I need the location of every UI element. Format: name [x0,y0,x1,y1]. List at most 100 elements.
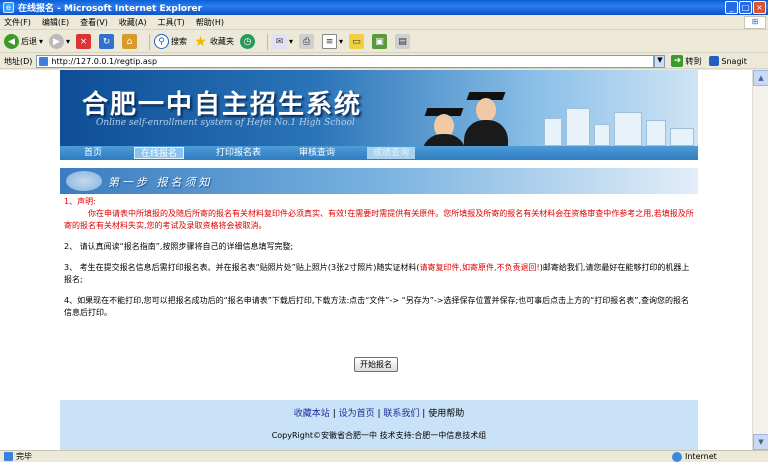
stop-icon: × [76,34,92,49]
nav-home[interactable]: 首页 [78,147,108,159]
back-label: 后退 [21,37,37,46]
declaration-heading: 1、声明: [64,197,96,206]
scroll-down-icon[interactable]: ▼ [753,434,768,450]
banner-subtitle: Online self-enrollment system of Hefei N… [96,118,355,128]
menu-edit[interactable]: 编辑(E) [42,17,69,28]
messenger-button[interactable]: ▣ [372,34,389,49]
buildings-illustration [540,100,698,146]
footer-links: 收藏本站 | 设为首页 | 联系我们 | 使用帮助 [293,409,465,419]
search-icon: ⚲ [154,34,170,49]
menu-help[interactable]: 帮助(H) [196,17,224,28]
mail-icon: ✉ [272,34,288,49]
back-dropdown-icon[interactable]: ▾ [39,37,43,46]
folder-icon: ▭ [349,34,365,49]
discuss-button[interactable]: ▭ [349,34,366,49]
ie-icon: e [3,2,14,13]
main-nav: 首页 在线报名 打印报名表 审核查询 成绩查询 [60,146,698,160]
step-header: 第一步 报名须知 [60,168,698,194]
search-label: 搜索 [171,37,188,46]
scroll-up-icon[interactable]: ▲ [753,70,768,86]
close-button[interactable]: × [753,1,766,14]
vertical-scrollbar[interactable]: ▲ ▼ [752,70,768,450]
status-text: 完毕 [16,452,32,461]
page-footer: 收藏本站 | 设为首页 | 联系我们 | 使用帮助 CopyRight©安徽省合… [60,400,698,450]
history-button[interactable]: ◷ [240,34,257,49]
browser-viewport: 合肥一中自主招生系统 Online self-enrollment system… [0,70,768,450]
web-page: 合肥一中自主招生系统 Online self-enrollment system… [60,70,698,450]
window-title: 在线报名 - Microsoft Internet Explorer [18,4,203,14]
edit-button[interactable]: ≡ ▾ [322,34,343,49]
toolbar: ◀ 后退 ▾ ▶ ▾ × ↻ ⌂ ⚲ 搜索 ★ 收藏夹 ◷ ✉ ▾ ⎙ ≡ ▾ ▭ … [0,31,768,53]
mail-dropdown-icon[interactable]: ▾ [289,37,293,46]
forward-button[interactable]: ▶ ▾ [49,34,70,49]
nav-online-registration[interactable]: 在线报名 [134,147,185,159]
status-bar: 完毕 Internet [0,450,768,462]
page-icon [39,56,49,66]
snagit-icon [709,56,720,66]
start-registration-button[interactable]: 开始报名 [354,357,398,372]
menu-tools[interactable]: 工具(T) [158,17,185,28]
history-icon: ◷ [240,34,256,49]
globe-icon [672,451,682,462]
copyright-text: CopyRight©安徽省合肥一中 技术支持:合肥一中信息技术组 [271,431,487,440]
minimize-button[interactable]: _ [725,1,738,14]
star-icon: ★ [194,33,207,50]
home-button[interactable]: ⌂ [122,34,139,49]
bookmark-site-link[interactable]: 收藏本站 [294,409,330,419]
menu-view[interactable]: 查看(V) [80,17,108,28]
snagit-label: Snagit [721,56,747,66]
notice-item-4: 4、如果现在不能打印,您可以把报名成功后的“报名申请表”下载后打印,下载方法:点… [64,296,689,317]
address-bar: 地址(D) http://127.0.0.1/regtip.asp ▼ ➜ 转到… [0,54,768,69]
back-arrow-icon: ◀ [4,34,19,49]
step-title: 第一步 报名须知 [108,176,213,189]
security-zone: Internet [672,451,717,462]
forward-dropdown-icon[interactable]: ▾ [66,37,70,46]
nav-print-form[interactable]: 打印报名表 [210,147,267,159]
banner-title: 合肥一中自主招生系统 [82,90,363,120]
print-button[interactable]: ⎙ [299,34,316,49]
notice-content: 1、声明: 你在申请表中所填报的及随后所寄的报名有关材料复印件必须真实、有效!在… [60,196,698,319]
home-icon: ⌂ [122,34,138,49]
page-done-icon [4,452,13,461]
contact-us-link[interactable]: 联系我们 [383,409,419,419]
picture-icon: ▣ [372,34,388,49]
nav-review-query[interactable]: 审核查询 [293,147,341,159]
nav-score-query[interactable]: 成绩查询 [367,147,416,159]
favorites-button[interactable]: ★ 收藏夹 [193,33,235,50]
printer-icon: ⎙ [299,34,315,49]
zone-label: Internet [685,452,717,461]
step-decoration-icon [66,171,102,191]
refresh-button[interactable]: ↻ [99,34,116,49]
go-button[interactable]: ➜ 转到 [671,55,701,67]
refresh-icon: ↻ [99,34,115,49]
help-link[interactable]: 使用帮助 [428,409,464,419]
copy-warning: 请寄复印件,如寄原件,不负责退回! [419,263,540,272]
go-label: 转到 [685,56,702,66]
set-homepage-link[interactable]: 设为首页 [339,409,375,419]
maximize-button[interactable]: □ [739,1,752,14]
notice-item-2: 2、 请认真阅读“报名指南”,按照步骤将自己的详细信息填写完整; [64,242,294,251]
declaration-body: 你在申请表中所填报的及随后所寄的报名有关材料复印件必须真实、有效!在需要时需提供… [64,209,694,230]
site-banner: 合肥一中自主招生系统 Online self-enrollment system… [60,70,698,146]
menu-favorites[interactable]: 收藏(A) [119,17,147,28]
edit-dropdown-icon[interactable]: ▾ [339,37,343,46]
notice-item-3: 3、 考生在提交报名信息后需打印报名表、并在报名表“贴照片处”贴上照片(3张2寸… [64,263,690,284]
snagit-button[interactable]: Snagit [709,56,747,66]
address-url: http://127.0.0.1/regtip.asp [51,56,158,66]
favorites-label: 收藏夹 [210,37,235,46]
stop-button[interactable]: × [76,34,93,49]
address-input[interactable]: http://127.0.0.1/regtip.asp [36,54,655,68]
menu-bar: 文件(F) 编辑(E) 查看(V) 收藏(A) 工具(T) 帮助(H) [0,15,768,30]
mail-button[interactable]: ✉ ▾ [272,34,293,49]
address-label: 地址(D) [4,56,33,66]
document-icon: ≡ [322,34,338,49]
menu-file[interactable]: 文件(F) [4,17,31,28]
window-titlebar: e 在线报名 - Microsoft Internet Explorer _ □… [0,0,768,15]
address-dropdown-icon[interactable]: ▼ [654,54,666,68]
research-button[interactable]: ▤ [395,34,412,49]
forward-arrow-icon: ▶ [49,34,65,49]
windows-logo-icon: ⊞ [744,16,766,29]
back-button[interactable]: ◀ 后退 ▾ [4,34,43,49]
search-button[interactable]: ⚲ 搜索 [154,34,187,49]
book-icon: ▤ [395,34,411,49]
